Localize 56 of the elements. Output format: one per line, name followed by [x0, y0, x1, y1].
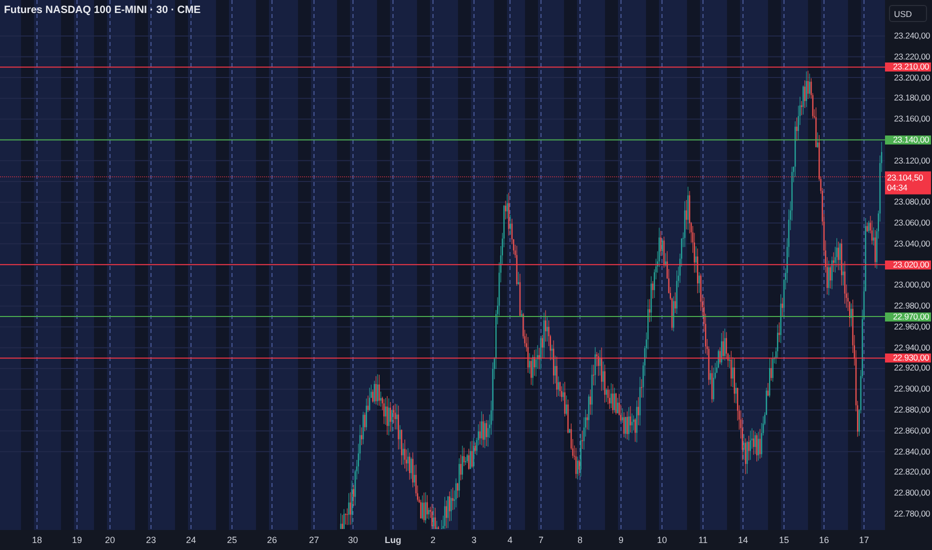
- date-label: 7: [538, 534, 544, 547]
- price-line[interactable]: [0, 358, 885, 359]
- date-label: 16: [819, 534, 829, 547]
- date-label: 9: [618, 534, 624, 547]
- price-line[interactable]: [0, 66, 885, 68]
- price-tick: 23.160,00: [894, 114, 930, 124]
- price-tick: 23.040,00: [894, 239, 930, 248]
- date-label: 19: [72, 534, 82, 547]
- price-tick: 23.220,00: [894, 52, 930, 62]
- date-label: 27: [309, 534, 319, 547]
- date-label: 26: [267, 534, 277, 547]
- price-tick: 22.800,00: [894, 488, 930, 498]
- price-tick: 22.880,00: [894, 406, 930, 415]
- date-label: 25: [227, 534, 237, 547]
- price-tick: 23.060,00: [894, 218, 930, 228]
- price-label: 23.020,00: [885, 260, 931, 270]
- price-tick: 23.120,00: [894, 156, 930, 166]
- price-tick: 22.920,00: [894, 364, 930, 373]
- price-line[interactable]: [0, 139, 885, 140]
- price-tick: 23.200,00: [894, 73, 930, 82]
- date-label: 10: [657, 534, 667, 547]
- price-tick: 22.900,00: [894, 384, 930, 394]
- price-tick: 23.240,00: [894, 32, 930, 40]
- price-tick: 22.960,00: [894, 322, 930, 332]
- date-label: 15: [779, 534, 789, 547]
- currency-button[interactable]: USD: [889, 5, 927, 22]
- date-label: 8: [578, 534, 582, 547]
- date-label: 2: [430, 534, 436, 547]
- price-label: 23.140,00: [885, 135, 931, 144]
- price-tick: 23.080,00: [894, 198, 930, 207]
- price-tick: 22.820,00: [894, 468, 930, 477]
- date-label: 4: [508, 534, 512, 547]
- date-label: 17: [859, 534, 869, 547]
- date-label: 11: [698, 534, 708, 547]
- price-tick: 22.780,00: [894, 509, 930, 518]
- month-label: Lug: [384, 534, 402, 547]
- price-line[interactable]: [0, 316, 885, 318]
- price-tick: 23.000,00: [894, 280, 930, 290]
- price-tick: 22.980,00: [894, 302, 930, 311]
- price-label: 22.930,00: [885, 354, 931, 363]
- date-label: 23: [146, 534, 156, 547]
- price-label: 23.210,00: [885, 62, 931, 72]
- price-tick: 23.180,00: [894, 94, 930, 103]
- date-label: 18: [32, 534, 42, 547]
- date-label: 30: [348, 534, 358, 547]
- last-price-label: 23.104,50 04:34: [885, 171, 931, 194]
- date-label: 20: [105, 534, 115, 547]
- price-tick: 22.840,00: [894, 447, 930, 456]
- price-tick: 22.860,00: [894, 426, 930, 436]
- date-label: 14: [738, 534, 748, 547]
- price-line[interactable]: [0, 264, 885, 266]
- price-tick: 22.940,00: [894, 343, 930, 352]
- date-label: 3: [472, 534, 476, 547]
- date-label: 24: [186, 534, 196, 547]
- price-label: 22.970,00: [885, 312, 931, 322]
- symbol-title: Futures NASDAQ 100 E-MINI · 30 · CME: [4, 3, 201, 18]
